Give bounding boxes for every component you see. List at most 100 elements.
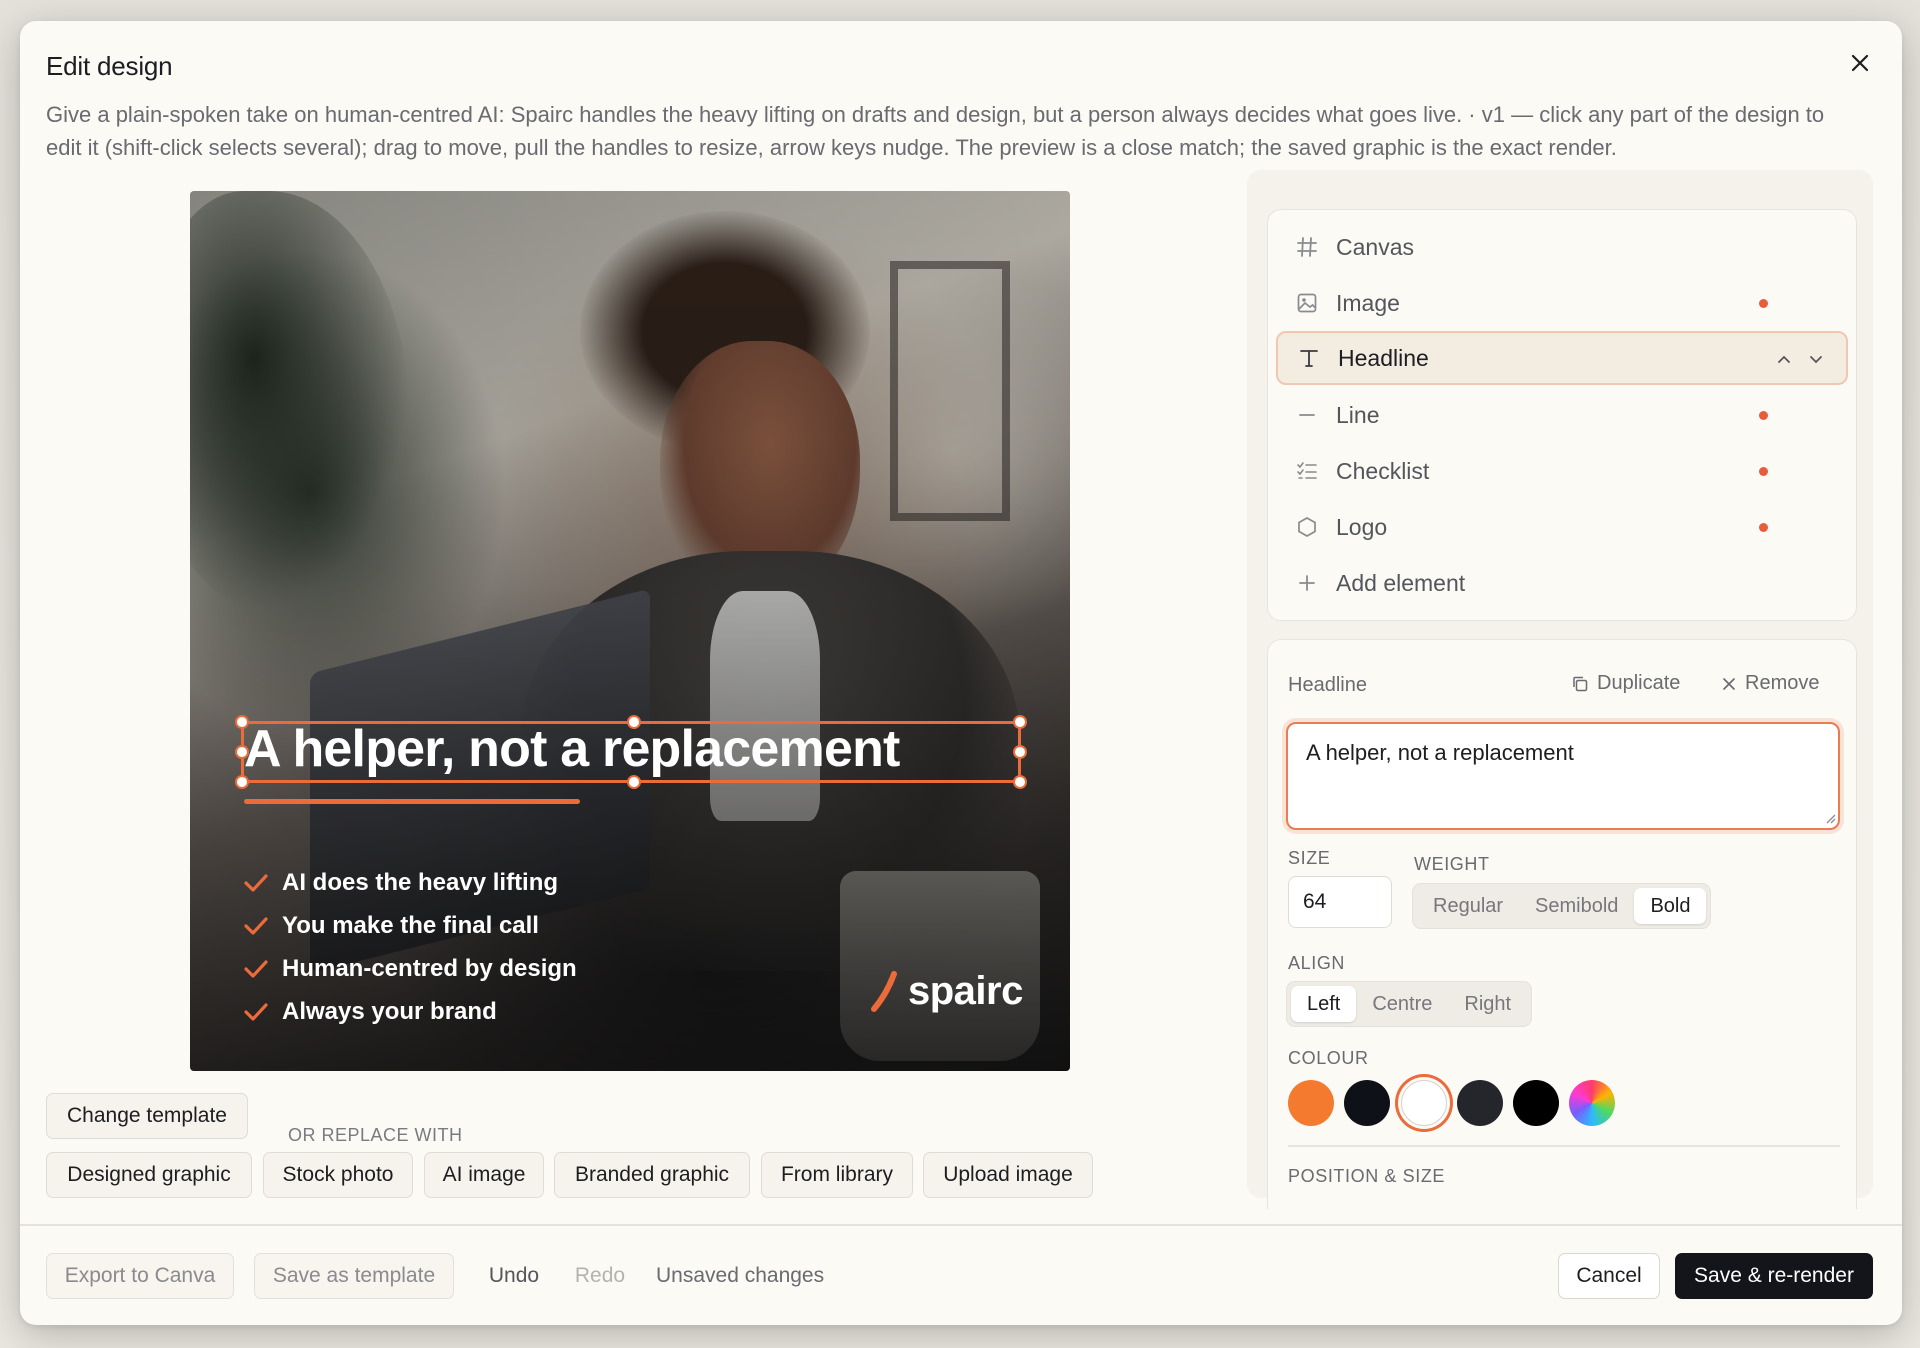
cancel-button[interactable]: Cancel	[1558, 1253, 1660, 1299]
colour-swatch-white[interactable]	[1401, 1080, 1447, 1126]
footer-divider	[20, 1224, 1902, 1226]
checklist-item-text: You make the final call	[282, 911, 539, 939]
ai-image-button[interactable]: AI image	[424, 1152, 544, 1198]
layer-label: Canvas	[1336, 233, 1414, 260]
minus-icon	[1294, 402, 1320, 428]
modal-subtitle: Give a plain-spoken take on human-centre…	[46, 102, 1825, 160]
checklist-item: AI does the heavy lifting	[244, 861, 577, 904]
design-preview[interactable]: A helper, not a replacement AI does the …	[190, 191, 1070, 1071]
layer-logo[interactable]: Logo	[1276, 500, 1848, 554]
layer-canvas[interactable]: Canvas	[1276, 220, 1848, 274]
position-size-label: POSITION & SIZE	[1288, 1166, 1446, 1186]
section-divider	[1288, 1145, 1840, 1147]
or-replace-label: OR REPLACE WITH	[288, 1125, 463, 1145]
close-button[interactable]	[1840, 43, 1880, 83]
size-input[interactable]	[1288, 876, 1392, 928]
preview-line[interactable]	[244, 799, 580, 804]
align-right[interactable]: Right	[1448, 986, 1527, 1022]
add-element-button[interactable]: Add element	[1276, 556, 1848, 610]
layer-label: Logo	[1336, 513, 1388, 540]
weight-bold[interactable]: Bold	[1634, 888, 1707, 924]
colour-swatch-orange[interactable]	[1288, 1080, 1334, 1126]
layer-label: Line	[1336, 401, 1380, 428]
branded-graphic-button[interactable]: Branded graphic	[554, 1152, 750, 1198]
copy-icon	[1573, 676, 1588, 691]
x-icon	[1723, 677, 1735, 690]
unsaved-dot	[1759, 522, 1768, 532]
layer-image[interactable]: Image	[1276, 276, 1848, 330]
change-template-button[interactable]: Change template	[46, 1093, 248, 1139]
check-icon	[244, 1002, 268, 1021]
props-title: Headline	[1288, 674, 1367, 696]
text-icon	[1296, 345, 1322, 371]
layer-checklist[interactable]: Checklist	[1276, 444, 1848, 498]
align-centre[interactable]: Centre	[1356, 986, 1448, 1022]
designed-graphic-button[interactable]: Designed graphic	[46, 1152, 252, 1198]
layers-panel: Canvas Image Headline Line Checklist Log	[1267, 209, 1857, 621]
layer-label: Headline	[1338, 344, 1429, 371]
layer-line[interactable]: Line	[1276, 388, 1848, 442]
export-canva-button[interactable]: Export to Canva	[46, 1253, 234, 1299]
preview-checklist[interactable]: AI does the heavy lifting You make the f…	[244, 861, 577, 1033]
plus-icon	[1294, 570, 1320, 596]
redo-button[interactable]: Redo	[560, 1253, 640, 1299]
align-segmented-control: Left Centre Right	[1286, 981, 1533, 1027]
close-icon	[1851, 54, 1869, 72]
colour-label: COLOUR	[1288, 1048, 1369, 1068]
check-icon	[244, 959, 268, 978]
colour-swatch-navy[interactable]	[1344, 1080, 1390, 1126]
checklist-item: Human-centred by design	[244, 947, 577, 990]
stock-photo-button[interactable]: Stock photo	[263, 1152, 413, 1198]
save-rerender-button[interactable]: Save & re-render	[1675, 1253, 1873, 1299]
brand-wordmark: spairc	[908, 969, 1023, 1013]
upload-image-button[interactable]: Upload image	[923, 1152, 1093, 1198]
headline-selection-box[interactable]	[235, 715, 1027, 789]
align-left[interactable]: Left	[1291, 986, 1357, 1022]
layer-label: Image	[1336, 289, 1400, 316]
checklist-item-text: Always your brand	[282, 997, 497, 1025]
save-template-button[interactable]: Save as template	[254, 1253, 454, 1299]
image-icon	[1294, 290, 1320, 316]
colour-swatch-charcoal[interactable]	[1457, 1080, 1503, 1126]
headline-text-input[interactable]	[1286, 722, 1840, 830]
align-label: ALIGN	[1288, 953, 1346, 973]
weight-semibold[interactable]: Semibold	[1519, 888, 1634, 924]
move-up-icon[interactable]	[1774, 349, 1794, 369]
unsaved-dot	[1759, 298, 1768, 308]
resize-handle-mr[interactable]	[1013, 745, 1027, 759]
hexagon-icon	[1294, 514, 1320, 540]
resize-grip-icon[interactable]	[1824, 812, 1836, 824]
preview-logo[interactable]: spairc	[870, 969, 1023, 1014]
weight-regular[interactable]: Regular	[1417, 888, 1519, 924]
remove-button[interactable]: Remove	[1721, 672, 1819, 695]
hash-icon	[1294, 234, 1320, 260]
custom-colour-picker[interactable]	[1569, 1080, 1615, 1126]
spairc-slash-icon	[871, 970, 897, 1012]
check-icon	[244, 873, 268, 892]
resize-handle-ml[interactable]	[235, 745, 249, 759]
checklist-item-text: AI does the heavy lifting	[282, 868, 559, 896]
unsaved-dot	[1759, 466, 1768, 476]
size-label: SIZE	[1288, 848, 1331, 868]
colour-swatch-black[interactable]	[1513, 1080, 1559, 1126]
resize-handle-bl[interactable]	[235, 775, 249, 789]
layer-headline[interactable]: Headline	[1276, 331, 1848, 385]
resize-handle-tm[interactable]	[627, 715, 641, 729]
resize-handle-bm[interactable]	[627, 775, 641, 789]
weight-segmented-control: Regular Semibold Bold	[1412, 883, 1712, 929]
duplicate-button[interactable]: Duplicate	[1571, 672, 1680, 695]
undo-button[interactable]: Undo	[474, 1253, 554, 1299]
save-status: Unsaved changes	[656, 1264, 825, 1287]
from-library-button[interactable]: From library	[761, 1152, 913, 1198]
resize-handle-tr[interactable]	[1013, 715, 1027, 729]
move-down-icon[interactable]	[1806, 349, 1826, 369]
checklist-item: Always your brand	[244, 990, 577, 1033]
resize-handle-br[interactable]	[1013, 775, 1027, 789]
layer-label: Checklist	[1336, 457, 1430, 484]
resize-handle-tl[interactable]	[235, 715, 249, 729]
properties-panel: Headline Duplicate Remove SIZE WEIGHT Re…	[1267, 639, 1857, 1209]
duplicate-label: Duplicate	[1597, 672, 1681, 694]
layer-label: Add element	[1336, 569, 1466, 596]
weight-label: WEIGHT	[1414, 854, 1490, 874]
checklist-item: You make the final call	[244, 904, 577, 947]
